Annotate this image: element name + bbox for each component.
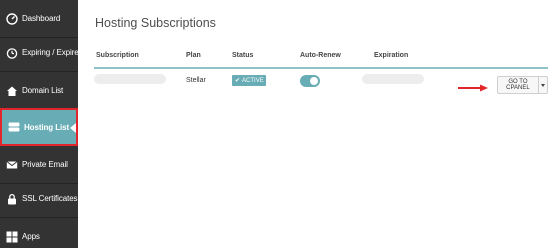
status-badge: ✔ ACTIVE bbox=[232, 75, 266, 86]
table-row: Stellar ✔ ACTIVE GO TO CPANEL bbox=[94, 70, 548, 100]
main-content: Hosting Subscriptions Subscription Plan … bbox=[78, 0, 550, 248]
sidebar-item-label: Private Email bbox=[22, 160, 68, 169]
envelope-icon bbox=[6, 160, 18, 168]
sidebar-item-dashboard[interactable]: Dashboard bbox=[0, 0, 78, 38]
sidebar-item-hosting-list[interactable]: Hosting List bbox=[0, 108, 78, 146]
sidebar-item-expiring[interactable]: Expiring / Expired bbox=[0, 34, 83, 72]
clock-icon bbox=[6, 47, 18, 59]
sidebar-item-label: Apps bbox=[22, 232, 40, 241]
caret-down-icon bbox=[540, 83, 545, 87]
table-header: Subscription Plan Status Auto-Renew Expi… bbox=[94, 50, 548, 66]
cpanel-button-group: GO TO CPANEL bbox=[497, 76, 548, 94]
toggle-knob bbox=[310, 77, 318, 85]
sidebar-item-label: Dashboard bbox=[22, 14, 61, 23]
sidebar-item-ssl-certificates[interactable]: SSL Certificates bbox=[0, 180, 78, 218]
sidebar-item-private-email[interactable]: Private Email bbox=[0, 146, 78, 184]
go-to-cpanel-button[interactable]: GO TO CPANEL bbox=[497, 76, 539, 94]
expiration-redacted bbox=[362, 74, 424, 84]
subscription-redacted bbox=[94, 74, 166, 84]
column-header-subscription: Subscription bbox=[96, 52, 139, 59]
sidebar-item-label: Expiring / Expired bbox=[22, 48, 83, 57]
grid-icon bbox=[6, 231, 18, 242]
sidebar-item-label: Hosting List bbox=[24, 122, 70, 132]
sidebar-item-apps[interactable]: Apps bbox=[0, 218, 78, 248]
header-divider bbox=[94, 67, 548, 69]
sidebar-item-domain-list[interactable]: Domain List bbox=[0, 72, 78, 110]
sidebar: Dashboard Expiring / Expired Domain List… bbox=[0, 0, 83, 248]
home-icon bbox=[7, 86, 17, 96]
sidebar-item-label: Domain List bbox=[22, 86, 64, 95]
column-header-status: Status bbox=[232, 52, 254, 59]
lock-icon bbox=[8, 193, 16, 204]
plan-value: Stellar bbox=[186, 77, 206, 84]
column-header-expiration: Expiration bbox=[374, 52, 409, 59]
page-title: Hosting Subscriptions bbox=[95, 16, 216, 30]
check-icon: ✔ bbox=[235, 78, 241, 84]
column-header-plan: Plan bbox=[186, 52, 201, 59]
cpanel-dropdown-toggle[interactable] bbox=[538, 76, 548, 94]
server-icon bbox=[8, 122, 20, 132]
pointer-arrow-icon bbox=[458, 84, 488, 92]
status-text: ACTIVE bbox=[242, 77, 264, 84]
sidebar-item-label: SSL Certificates bbox=[22, 194, 78, 203]
column-header-auto-renew: Auto-Renew bbox=[300, 52, 341, 59]
auto-renew-toggle[interactable] bbox=[300, 75, 320, 87]
active-indicator bbox=[70, 123, 76, 133]
dashboard-icon bbox=[6, 12, 18, 25]
